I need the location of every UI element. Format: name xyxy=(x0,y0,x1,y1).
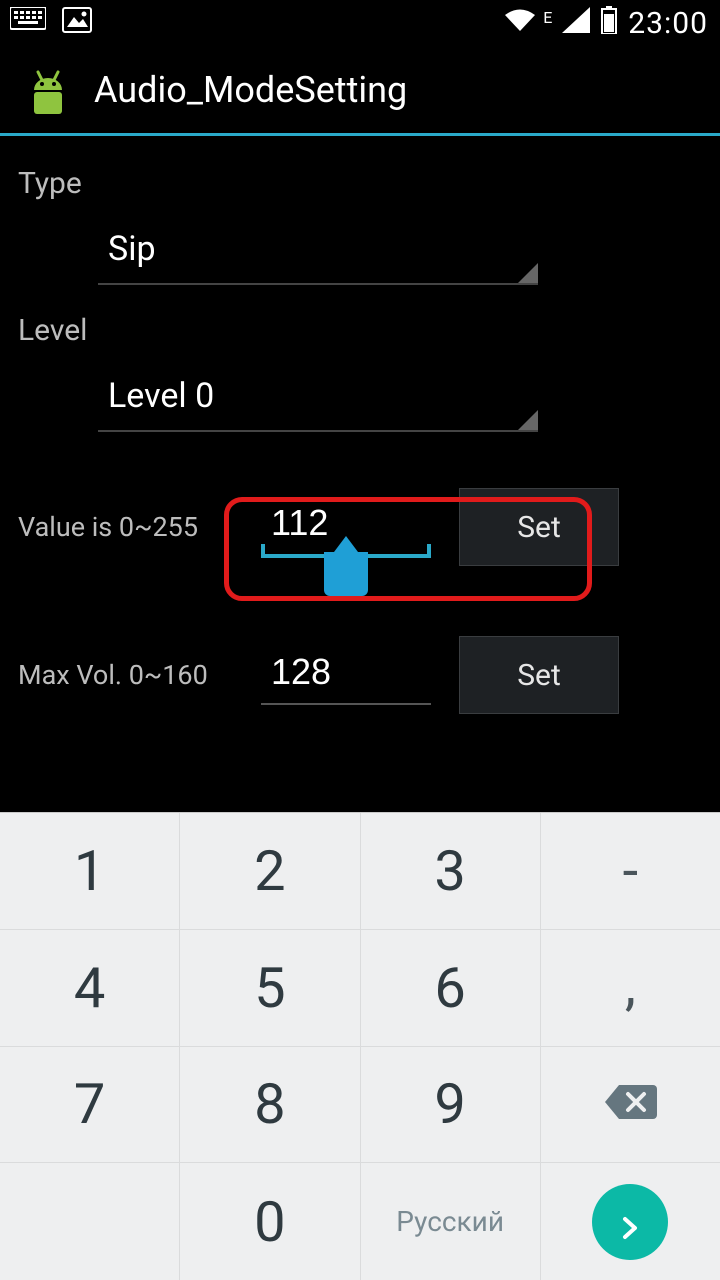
key-2[interactable]: 2 xyxy=(180,813,360,930)
value-input-wrap xyxy=(261,496,431,558)
wifi-icon xyxy=(503,7,537,40)
backspace-icon xyxy=(601,1071,659,1137)
set-maxvol-button-label: Set xyxy=(517,658,561,693)
key-dash[interactable]: - xyxy=(541,813,720,930)
text-cursor-handle[interactable] xyxy=(324,552,368,596)
maxvol-row: Max Vol. 0~160 Set xyxy=(18,636,702,714)
set-maxvol-button[interactable]: Set xyxy=(459,636,619,714)
network-type-label: E xyxy=(543,8,552,27)
key-backspace[interactable] xyxy=(541,1047,720,1164)
key-4[interactable]: 4 xyxy=(0,930,180,1047)
key-9[interactable]: 9 xyxy=(361,1047,541,1164)
key-5[interactable]: 5 xyxy=(180,930,360,1047)
image-icon xyxy=(62,7,92,40)
level-value: Level 0 xyxy=(108,376,214,416)
statusbar-left xyxy=(10,7,92,40)
key-0[interactable]: 0 xyxy=(180,1163,360,1280)
key-language[interactable]: Русский xyxy=(361,1163,541,1280)
keyboard-icon xyxy=(10,7,46,40)
content-area: Type Sip Level Level 0 Value is 0~255 Se… xyxy=(0,136,720,726)
level-spinner[interactable]: Level 0 xyxy=(98,370,538,432)
type-value: Sip xyxy=(108,229,156,269)
statusbar-right: E 23:00 xyxy=(503,6,708,41)
type-spinner[interactable]: Sip xyxy=(98,223,538,285)
set-value-button-label: Set xyxy=(517,510,561,545)
cell-signal-icon xyxy=(562,7,590,40)
level-label: Level xyxy=(18,313,702,348)
key-1[interactable]: 1 xyxy=(0,813,180,930)
value-row: Value is 0~255 Set xyxy=(18,488,702,566)
type-label: Type xyxy=(18,166,702,201)
android-app-icon xyxy=(20,60,76,120)
key-3[interactable]: 3 xyxy=(361,813,541,930)
maxvol-input-wrap xyxy=(261,645,431,705)
numeric-keyboard: 1 2 3 - 4 5 6 , 7 8 9 0 Русский xyxy=(0,812,720,1280)
status-bar: E 23:00 xyxy=(0,0,720,46)
key-comma[interactable]: , xyxy=(541,930,720,1047)
maxvol-input[interactable] xyxy=(261,645,431,705)
clock: 23:00 xyxy=(628,6,708,41)
battery-icon xyxy=(600,6,618,41)
key-6[interactable]: 6 xyxy=(361,930,541,1047)
enter-fab xyxy=(592,1184,668,1260)
app-title: Audio_ModeSetting xyxy=(94,69,407,111)
key-7[interactable]: 7 xyxy=(0,1047,180,1164)
key-enter[interactable] xyxy=(541,1163,720,1280)
app-bar: Audio_ModeSetting xyxy=(0,46,720,136)
chevron-right-icon xyxy=(617,1189,643,1255)
value-label: Value is 0~255 xyxy=(18,511,233,543)
maxvol-label: Max Vol. 0~160 xyxy=(18,659,233,691)
set-value-button[interactable]: Set xyxy=(459,488,619,566)
key-blank xyxy=(0,1163,180,1280)
key-8[interactable]: 8 xyxy=(180,1047,360,1164)
